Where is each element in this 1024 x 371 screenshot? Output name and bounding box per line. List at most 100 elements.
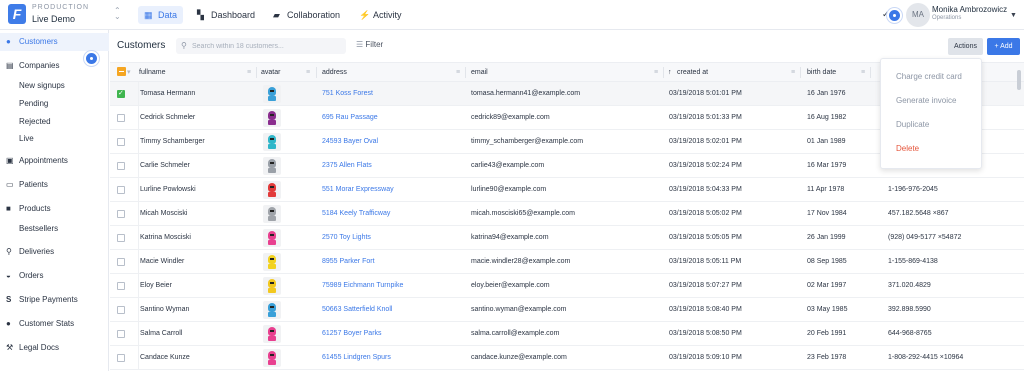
sidebar-item-customers[interactable]: ● Customers (0, 33, 109, 51)
sidebar-item-bestsellers[interactable]: Bestsellers (0, 221, 109, 237)
sidebar-item-pending[interactable]: Pending (0, 96, 109, 112)
row-checkbox[interactable] (117, 114, 125, 122)
menu-item-duplicate[interactable]: Duplicate (896, 120, 929, 129)
cell-phone: 457.182.5648 ×867 (888, 210, 949, 217)
column-header-created-at[interactable]: created at (677, 63, 708, 82)
avatar[interactable]: MA (906, 3, 930, 27)
actions-button[interactable]: Actions (948, 38, 983, 55)
row-checkbox[interactable] (117, 282, 125, 290)
cell-address[interactable]: 75989 Eichmann Turnpike (322, 274, 403, 297)
sidebar-item-patients[interactable]: ▭ Patients (0, 176, 109, 194)
table-row[interactable]: Salma Carroll 61257 Boyer Parks salma.carr… (110, 322, 1024, 346)
user-name[interactable]: Monika Ambrozowicz (932, 5, 1007, 14)
select-all-checkbox[interactable] (117, 67, 126, 76)
sidebar-item-rejected[interactable]: Rejected (0, 114, 109, 130)
cell-address[interactable]: 751 Koss Forest (322, 82, 373, 105)
column-header-birth-date[interactable]: birth date (807, 63, 836, 82)
sidebar-item-products[interactable]: ■ Products (0, 200, 109, 218)
sidebar-item-stripe-payments[interactable]: S Stripe Payments (0, 291, 109, 309)
cell-address[interactable]: 5184 Keely Trafficway (322, 202, 390, 225)
scrollbar[interactable] (1017, 70, 1021, 90)
cell-email: santino.wyman@example.com (471, 306, 567, 313)
app-logo[interactable]: F (8, 4, 26, 24)
menu-item-generate-invoice[interactable]: Generate invoice (896, 96, 956, 105)
sidebar-item-live[interactable]: Live (0, 131, 109, 147)
sidebar-item-appointments[interactable]: ▣ Appointments (0, 152, 109, 170)
cell-email: cedrick89@example.com (471, 114, 550, 121)
caret-down-icon[interactable]: ▼ (1010, 12, 1017, 19)
cell-address[interactable]: 2570 Toy Lights (322, 226, 371, 249)
cell-fullname: Salma Carroll (140, 330, 183, 337)
filter-icon[interactable]: ≡ (247, 69, 251, 76)
row-checkbox[interactable] (117, 89, 125, 98)
sidebar-item-new-signups[interactable]: New signups (0, 78, 109, 94)
avatar-eye (270, 354, 274, 356)
column-header-fullname[interactable]: fullname (139, 63, 165, 82)
tab-activity[interactable]: ⚡ Activity (353, 6, 408, 24)
table-row[interactable]: Micah Mosciski 5184 Keely Trafficway micah… (110, 202, 1024, 226)
cell-address[interactable]: 551 Morar Expressway (322, 178, 394, 201)
sidebar-item-label: Products (19, 204, 51, 213)
table-row[interactable]: Eloy Beier 75989 Eichmann Turnpike eloy.be… (110, 274, 1024, 298)
sort-up-icon[interactable]: ↑ (668, 63, 672, 82)
row-checkbox[interactable] (117, 354, 125, 362)
chevron-updown-icon[interactable]: ⌃ ⌄ (114, 7, 121, 21)
tab-collaboration[interactable]: ▰ Collaboration (267, 6, 346, 24)
sidebar-item-legal-docs[interactable]: ⚒ Legal Docs (0, 339, 109, 357)
filter-icon[interactable]: ≡ (306, 69, 310, 76)
search-icon: ⚲ (181, 41, 187, 50)
table-row[interactable]: Candace Kunze 61455 Lindgren Spurs candace… (110, 346, 1024, 370)
dashboard-icon: ▚ (197, 10, 204, 20)
row-checkbox[interactable] (117, 210, 125, 218)
sidebar-item-deliveries[interactable]: ⚲ Deliveries (0, 243, 109, 261)
filter-icon[interactable]: ≡ (861, 69, 865, 76)
table-row[interactable]: Katrina Mosciski 2570 Toy Lights katrina94… (110, 226, 1024, 250)
row-checkbox[interactable] (117, 162, 125, 170)
add-button[interactable]: + Add (987, 38, 1020, 55)
row-checkbox[interactable] (117, 258, 125, 266)
environment-name[interactable]: Live Demo (32, 14, 75, 24)
tab-dashboard[interactable]: ▚ Dashboard (191, 6, 261, 24)
cell-address[interactable]: 2375 Allen Flats (322, 154, 372, 177)
cell-address[interactable]: 61257 Boyer Parks (322, 322, 382, 345)
cell-address[interactable]: 8955 Parker Fort (322, 250, 375, 273)
filter-icon[interactable]: ≡ (456, 69, 460, 76)
column-header-email[interactable]: email (471, 63, 488, 82)
row-checkbox[interactable] (117, 186, 125, 194)
row-checkbox[interactable] (117, 138, 125, 146)
building-icon: ▤ (6, 61, 14, 70)
filter-icon[interactable]: ≡ (654, 69, 658, 76)
row-checkbox[interactable] (117, 306, 125, 314)
avatar-eye (270, 138, 274, 140)
table-row[interactable]: Macie Windler 8955 Parker Fort macie.windl… (110, 250, 1024, 274)
row-checkbox[interactable] (117, 234, 125, 242)
column-header-address[interactable]: address (322, 63, 347, 82)
sidebar-item-customer-stats[interactable]: ● Customer Stats (0, 315, 109, 333)
menu-item-delete[interactable]: Delete (896, 144, 919, 153)
search-box[interactable]: ⚲ (176, 38, 346, 54)
cell-birth-date: 17 Nov 1984 (807, 210, 847, 217)
filter-icon: ☰ (356, 40, 364, 49)
filter-icon[interactable]: ≡ (791, 69, 795, 76)
search-input[interactable] (192, 40, 342, 52)
avatar (263, 277, 281, 295)
notification-dot-icon[interactable] (887, 8, 902, 23)
cell-fullname: Cedrick Schmeler (140, 114, 196, 121)
table-row[interactable]: Santino Wyman 50663 Satterfield Knoll sant… (110, 298, 1024, 322)
table-row[interactable]: Lurline Powlowski 551 Morar Expressway lur… (110, 178, 1024, 202)
filter-button[interactable]: ☰ Filter (356, 40, 383, 49)
sidebar-item-label: Patients (19, 180, 48, 189)
caret-down-icon[interactable]: ▾ (127, 69, 131, 76)
row-checkbox[interactable] (117, 330, 125, 338)
column-header-avatar[interactable]: avatar (261, 63, 280, 82)
cell-address[interactable]: 50663 Satterfield Knoll (322, 298, 392, 321)
sidebar-item-orders[interactable]: ◒ Orders (0, 267, 109, 285)
cell-address[interactable]: 61455 Lindgren Spurs (322, 346, 391, 369)
menu-item-charge-credit-card[interactable]: Charge credit card (896, 72, 962, 81)
cell-address[interactable]: 24593 Bayer Oval (322, 130, 378, 153)
tab-data[interactable]: ▦ Data (138, 6, 184, 24)
cell-created-at: 03/19/2018 5:01:01 PM (669, 90, 742, 97)
cell-address[interactable]: 695 Rau Passage (322, 106, 378, 129)
row-divider (138, 274, 139, 297)
notification-dot-icon[interactable] (84, 51, 99, 66)
